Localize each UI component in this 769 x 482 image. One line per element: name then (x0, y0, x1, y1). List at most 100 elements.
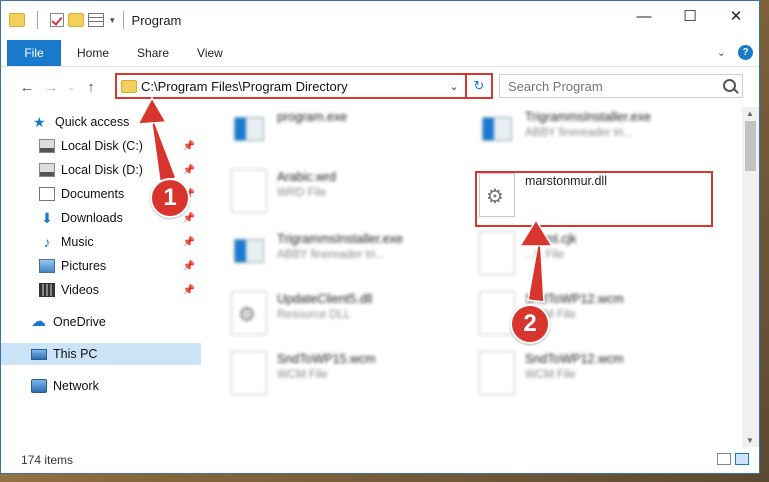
ribbon-right: ⌄ ? (717, 45, 753, 60)
scroll-down-icon[interactable]: ▼ (746, 436, 754, 445)
file-name: SndToWP12.wcm (525, 352, 624, 366)
search-box[interactable] (499, 74, 743, 98)
chevron-down-icon[interactable]: ▾ (110, 15, 115, 26)
search-icon[interactable] (718, 75, 742, 97)
chevron-down-icon[interactable]: ⌄ (443, 80, 465, 93)
sidebar-item-quick-access[interactable]: ★ Quick access (1, 111, 201, 133)
file-name: SndToWP12.wcm (525, 292, 624, 306)
tab-home[interactable]: Home (63, 46, 123, 60)
sidebar-item-videos[interactable]: Videos 📌 (1, 279, 201, 301)
tab-view[interactable]: View (183, 46, 237, 60)
title-bar: ▾ Program — ☐ ✕ (1, 1, 759, 39)
file-type: WRD File (277, 187, 327, 199)
drive-icon (39, 163, 55, 177)
list-item[interactable]: UpdateClient5.dll Resource DLL (231, 291, 372, 335)
file-type: WCM File (525, 369, 576, 381)
sidebar-item-label: Documents (61, 187, 125, 201)
help-icon[interactable]: ? (738, 45, 753, 60)
videos-icon (39, 283, 55, 297)
file-name: UpdateClient5.dll (277, 292, 373, 306)
view-switcher (717, 453, 749, 465)
scrollbar-thumb[interactable] (745, 121, 756, 171)
recent-chevron-icon[interactable]: ⌄ (63, 82, 79, 93)
file-name: TrigrammsInstaller.exe (525, 110, 651, 124)
list-item[interactable]: SndToWP15.wcm WCM File (231, 351, 376, 395)
drive-icon (39, 139, 55, 153)
documents-icon (39, 187, 55, 201)
explorer-window: ▾ Program — ☐ ✕ File Home Share View ⌄ ?… (0, 0, 760, 474)
network-icon (31, 379, 47, 393)
pin-icon[interactable]: 📌 (183, 285, 195, 296)
customize-icon[interactable] (88, 13, 104, 27)
sidebar-item-network[interactable]: Network (1, 375, 201, 397)
computer-icon (31, 348, 47, 360)
file-name: program.exe (277, 110, 348, 124)
item-count: 174 items (21, 453, 74, 467)
list-item[interactable]: ...Nml.cjk ...K File (479, 231, 576, 275)
pin-icon[interactable]: 📌 (183, 237, 195, 248)
sidebar-item-label: This PC (53, 347, 98, 361)
window-controls: — ☐ ✕ (621, 1, 759, 31)
list-item[interactable]: program.exe (231, 109, 347, 153)
document-file-icon (479, 231, 515, 275)
sidebar-item-label: Local Disk (C:) (61, 139, 143, 153)
properties-check-icon[interactable] (50, 13, 64, 27)
sidebar-item-label: Network (53, 379, 99, 393)
large-icons-view-icon[interactable] (735, 453, 749, 465)
navigation-pane: ★ Quick access Local Disk (C:) 📌 Local D… (1, 107, 205, 447)
minimize-button[interactable]: — (621, 1, 667, 31)
file-name: TrigrammsInstaller.exe (277, 232, 403, 246)
maximize-button[interactable]: ☐ (667, 1, 713, 31)
list-item[interactable]: TrigrammsInstaller.exe ABBY finereader t… (231, 231, 403, 275)
pin-icon[interactable]: 📌 (183, 165, 195, 176)
pin-icon[interactable]: 📌 (183, 261, 195, 272)
star-icon: ★ (33, 114, 46, 130)
folder-icon (121, 79, 137, 93)
pictures-icon (39, 259, 55, 273)
sidebar-item-label: Downloads (61, 211, 123, 225)
list-item[interactable]: SndToWP12.wcm WCM File (479, 291, 624, 335)
file-type: ABBY finereader tri... (525, 127, 633, 139)
scroll-up-icon[interactable]: ▲ (746, 109, 754, 118)
installer-file-icon (231, 231, 267, 275)
list-item[interactable]: TrigrammsInstaller.exe ABBY finereader t… (479, 109, 651, 153)
callout-badge-2: 2 (510, 304, 550, 344)
close-button[interactable]: ✕ (713, 1, 759, 31)
forward-arrow-icon[interactable]: → (39, 79, 63, 96)
details-view-icon[interactable] (717, 453, 731, 465)
sidebar-item-label: OneDrive (53, 315, 106, 329)
chevron-down-icon[interactable]: ⌄ (717, 46, 726, 59)
status-bar: 174 items (1, 447, 759, 473)
sidebar-item-onedrive[interactable]: ☁ OneDrive (1, 311, 201, 333)
refresh-icon[interactable]: ↻ (465, 75, 491, 97)
quick-access-toolbar: ▾ (9, 11, 115, 29)
tab-file[interactable]: File (7, 39, 61, 66)
highlight-box (475, 171, 713, 227)
up-arrow-icon[interactable]: ↑ (79, 79, 103, 96)
file-name: Arabic.wrd (277, 170, 337, 184)
back-arrow-icon[interactable]: ← (15, 79, 39, 96)
sidebar-item-music[interactable]: ♪ Music 📌 (1, 231, 201, 253)
installer-file-icon (479, 109, 515, 153)
list-item[interactable]: Arabic.wrd WRD File (231, 169, 336, 213)
sidebar-item-label: Quick access (55, 115, 130, 129)
address-bar[interactable]: C:\Program Files\Program Directory ⌄ ↻ (115, 73, 493, 99)
file-list: program.exe TrigrammsInstaller.exe ABBY … (209, 107, 739, 447)
sidebar-item-label: Videos (61, 283, 99, 297)
folder-icon[interactable] (9, 13, 25, 27)
file-type: ABBY finereader tri... (277, 249, 385, 261)
pin-icon[interactable]: 📌 (183, 213, 195, 224)
search-input[interactable] (500, 78, 718, 94)
tab-share[interactable]: Share (123, 46, 183, 60)
pin-icon[interactable]: 📌 (183, 141, 195, 152)
sidebar-item-pictures[interactable]: Pictures 📌 (1, 255, 201, 277)
new-folder-icon[interactable] (68, 13, 84, 27)
document-file-icon (231, 351, 267, 395)
address-path[interactable]: C:\Program Files\Program Directory (141, 79, 443, 94)
list-item[interactable]: SndToWP12.wcm WCM File (479, 351, 624, 395)
sidebar-item-local-disk-c[interactable]: Local Disk (C:) 📌 (1, 135, 201, 157)
dll-gear-icon (231, 291, 267, 335)
vertical-scrollbar[interactable]: ▲ ▼ (742, 107, 759, 447)
document-file-icon (479, 351, 515, 395)
sidebar-item-this-pc[interactable]: This PC (1, 343, 201, 365)
